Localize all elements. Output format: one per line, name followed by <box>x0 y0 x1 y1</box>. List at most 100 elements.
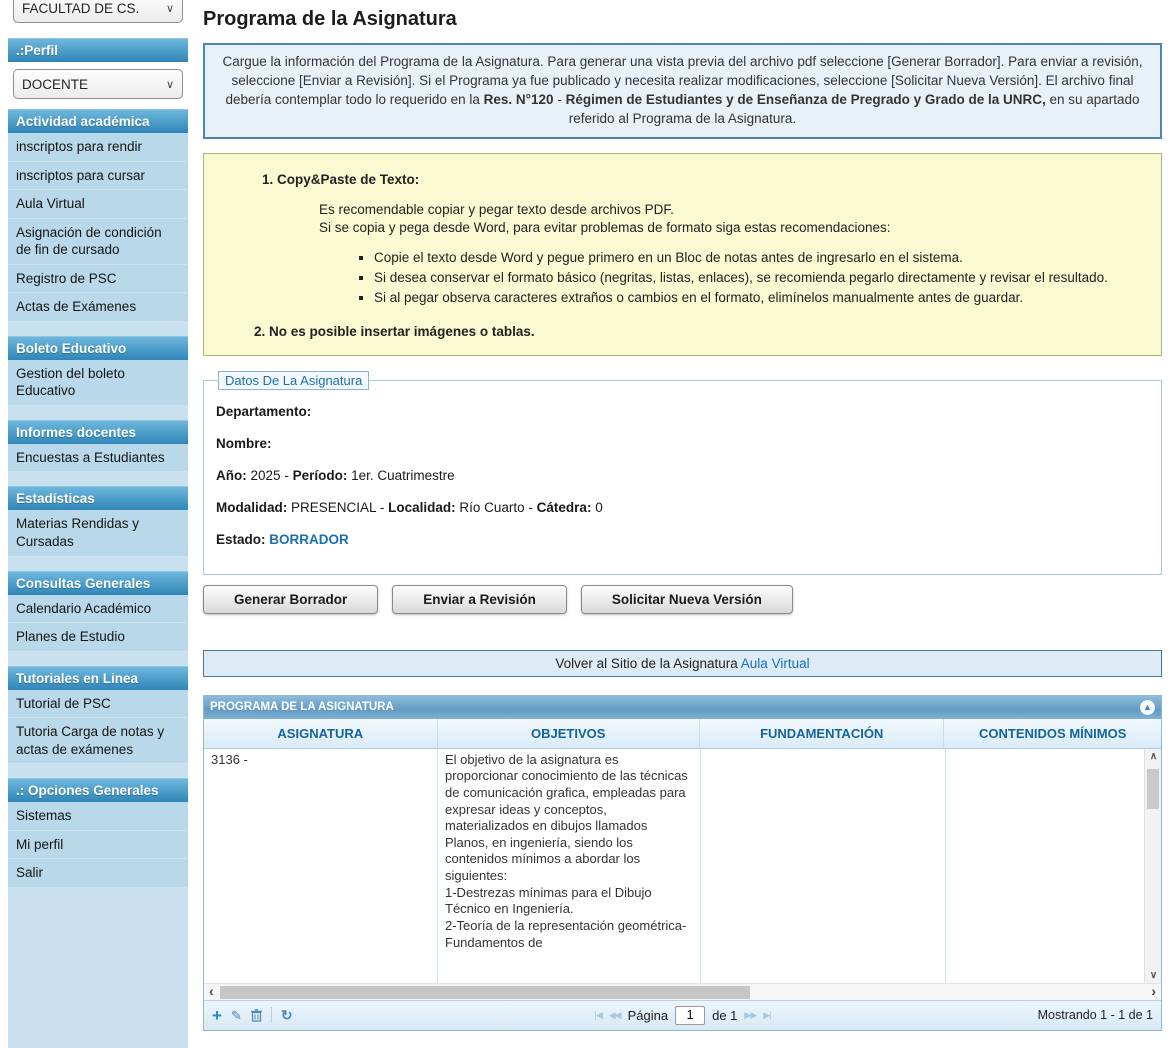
volver-text: Volver al Sitio de la Asignatura <box>555 656 737 671</box>
pagina-label: Página <box>628 1008 668 1023</box>
pager-nav: |◀ ◀◀ Página de 1 ▶▶ ▶| <box>594 1006 770 1025</box>
cell-asignatura: 3136 - <box>204 749 438 983</box>
refresh-icon[interactable]: ↻ <box>281 1008 293 1022</box>
last-page-icon[interactable]: ▶| <box>763 1010 770 1021</box>
volver-bar: Volver al Sitio de la Asignatura Aula Vi… <box>203 650 1162 677</box>
nombre-label: Nombre: <box>216 436 272 451</box>
first-page-icon[interactable]: |◀ <box>594 1010 601 1021</box>
edit-icon[interactable]: ✎ <box>231 1009 242 1022</box>
sidebar-header-boleto: Boleto Educativo <box>8 336 188 360</box>
catedra-value: 0 <box>595 500 603 515</box>
scroll-left-icon[interactable]: ‹ <box>209 983 214 1000</box>
nombre-line: Nombre: <box>216 436 1149 451</box>
sidebar-item-actas-examenes[interactable]: Actas de Exámenes <box>8 293 188 322</box>
sidebar-item-registro-psc[interactable]: Registro de PSC <box>8 265 188 294</box>
grid-body: 3136 - El objetivo de la asignatura es p… <box>204 749 1161 983</box>
note-bullet: Copie el texto desde Word y pegue primer… <box>374 249 1151 267</box>
sidebar-header-informes: Informes docentes <box>8 420 188 444</box>
note-paragraph: Es recomendable copiar y pegar texto des… <box>319 201 1151 237</box>
enviar-revision-button[interactable]: Enviar a Revisión <box>392 585 567 614</box>
datos-asignatura-fieldset: Datos De La Asignatura Departamento: Nom… <box>203 371 1162 575</box>
grid-header-row: ASIGNATURA OBJETIVOS FUNDAMENTACIÓN CONT… <box>204 719 1161 749</box>
delete-icon[interactable] <box>251 1009 262 1022</box>
modalidad-value: PRESENCIAL <box>291 500 376 515</box>
notes-box: 1. Copy&Paste de Texto: Es recomendable … <box>203 153 1162 356</box>
faculty-select[interactable]: FACULTAD DE CS. ∨ <box>13 0 183 23</box>
vertical-scroll-thumb[interactable] <box>1147 769 1159 809</box>
chevron-down-icon: ∨ <box>166 2 174 15</box>
column-header-asignatura[interactable]: ASIGNATURA <box>204 719 438 748</box>
horizontal-scroll-thumb[interactable] <box>220 986 750 999</box>
programa-grid: PROGRAMA DE LA ASIGNATURA ▲ ASIGNATURA O… <box>203 695 1162 1031</box>
modalidad-line: Modalidad: PRESENCIAL - Localidad: Río C… <box>216 500 1149 515</box>
sidebar-item-inscriptos-rendir[interactable]: inscriptos para rendir <box>8 133 188 162</box>
departamento-label: Departamento: <box>216 404 311 419</box>
main-content: Programa de la Asignatura Cargue la info… <box>203 0 1162 1031</box>
estado-line: Estado: BORRADOR <box>216 532 1149 547</box>
column-header-contenidos[interactable]: CONTENIDOS MÍNIMOS <box>944 719 1161 748</box>
catedra-label: Cátedra: <box>537 500 592 515</box>
sidebar-item-inscriptos-cursar[interactable]: inscriptos para cursar <box>8 162 188 191</box>
sidebar-gap <box>8 652 188 666</box>
horizontal-scrollbar[interactable]: ‹ › <box>204 983 1161 1000</box>
periodo-label: Período: <box>293 468 348 483</box>
collapse-icon[interactable]: ▲ <box>1140 700 1155 715</box>
sidebar-item-salir[interactable]: Salir <box>8 859 188 888</box>
sidebar-gap <box>8 322 188 336</box>
departamento-line: Departamento: <box>216 404 1149 419</box>
intro-bold-res: Res. N°120 <box>484 92 554 107</box>
sidebar: FACULTAD DE CS. ∨ .:Perfil DOCENTE ∨ Act… <box>8 0 188 1048</box>
table-row[interactable]: 3136 - El objetivo de la asignatura es p… <box>204 749 1161 983</box>
note-item-1-title: 1. Copy&Paste de Texto: <box>262 172 1151 187</box>
action-buttons-row: Generar Borrador Enviar a Revisión Solic… <box>203 585 1162 614</box>
sidebar-item-sistemas[interactable]: Sistemas <box>8 802 188 831</box>
scroll-up-icon[interactable]: ∧ <box>1145 751 1162 762</box>
sidebar-item-materias-rendidas[interactable]: Materias Rendidas y Cursadas <box>8 510 188 556</box>
sidebar-item-planes-estudio[interactable]: Planes de Estudio <box>8 623 188 652</box>
sidebar-filler <box>8 888 188 1048</box>
showing-records-label: Mostrando 1 - 1 de 1 <box>1038 1008 1153 1022</box>
intro-bold-regimen: Régimen de Estudiantes y de Enseñanza de… <box>566 92 1046 107</box>
sidebar-item-aula-virtual[interactable]: Aula Virtual <box>8 190 188 219</box>
toolbar-divider <box>271 1007 272 1023</box>
profile-select[interactable]: DOCENTE ∨ <box>13 69 183 99</box>
page-number-input[interactable] <box>675 1006 705 1025</box>
scroll-down-icon[interactable]: ∨ <box>1145 970 1162 981</box>
note-bullet: Si al pegar observa caracteres extraños … <box>374 289 1151 307</box>
sidebar-item-encuestas[interactable]: Encuestas a Estudiantes <box>8 444 188 473</box>
next-page-icon[interactable]: ▶▶ <box>744 1010 756 1021</box>
grid-pager-bar: + ✎ ↻ |◀ ◀◀ Página <box>204 1000 1161 1030</box>
sidebar-item-tutoria-carga-notas[interactable]: Tutoria Carga de notas y actas de exámen… <box>8 718 188 764</box>
generar-borrador-button[interactable]: Generar Borrador <box>203 585 378 614</box>
sidebar-item-asignacion-condicion[interactable]: Asignación de condición de fin de cursad… <box>8 219 188 265</box>
cell-fundamentacion <box>701 749 946 983</box>
sidebar-gap <box>8 406 188 420</box>
note-bullet: Si desea conservar el formato básico (ne… <box>374 269 1151 287</box>
scroll-right-icon[interactable]: › <box>1151 983 1156 1000</box>
profile-select-wrap: DOCENTE ∨ <box>8 62 188 109</box>
column-header-fundamentacion[interactable]: FUNDAMENTACIÓN <box>700 719 944 748</box>
page-title: Programa de la Asignatura <box>203 8 1162 31</box>
note-bullet-list: Copie el texto desde Word y pegue primer… <box>374 249 1151 308</box>
estado-badge: BORRADOR <box>269 532 349 547</box>
prev-page-icon[interactable]: ◀◀ <box>609 1010 621 1021</box>
dash: - <box>528 500 533 515</box>
solicitar-nueva-version-button[interactable]: Solicitar Nueva Versión <box>581 585 793 614</box>
sidebar-item-calendario[interactable]: Calendario Académico <box>8 595 188 624</box>
column-header-objetivos[interactable]: OBJETIVOS <box>438 719 700 748</box>
sidebar-item-mi-perfil[interactable]: Mi perfil <box>8 831 188 860</box>
localidad-value: Río Cuarto <box>459 500 524 515</box>
sidebar-gap <box>8 472 188 486</box>
sidebar-item-tutorial-psc[interactable]: Tutorial de PSC <box>8 690 188 719</box>
add-icon[interactable]: + <box>212 1007 222 1024</box>
sidebar-item-gestion-boleto[interactable]: Gestion del boleto Educativo <box>8 360 188 406</box>
cell-contenidos <box>946 749 1146 983</box>
page: FACULTAD DE CS. ∨ .:Perfil DOCENTE ∨ Act… <box>0 0 1175 1048</box>
periodo-value: 1er. Cuatrimestre <box>351 468 455 483</box>
sidebar-header-estadisticas: Estadísticas <box>8 486 188 510</box>
vertical-scrollbar[interactable]: ∧ ∨ <box>1144 749 1161 983</box>
sidebar-header-consultas: Consultas Generales <box>8 571 188 595</box>
chevron-down-icon: ∨ <box>166 78 174 91</box>
profile-select-value: DOCENTE <box>22 77 88 92</box>
aula-virtual-link[interactable]: Aula Virtual <box>741 656 810 671</box>
